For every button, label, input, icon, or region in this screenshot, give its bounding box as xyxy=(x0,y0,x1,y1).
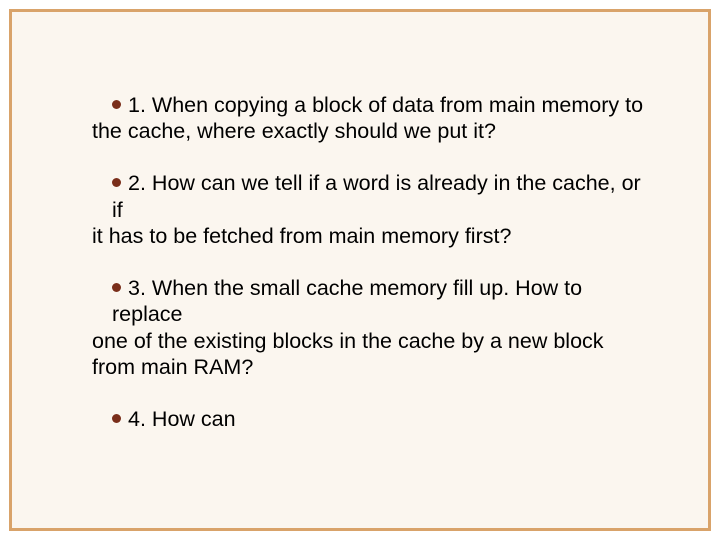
list-item: 3. When the small cache memory fill up. … xyxy=(92,275,648,380)
item-number: 4. xyxy=(128,407,146,431)
bullet-icon xyxy=(112,100,121,109)
item-first-line: 2. How can we tell if a word is already … xyxy=(92,170,648,222)
list-item: 1. When copying a block of data from mai… xyxy=(92,92,648,144)
item-number: 1. xyxy=(128,93,146,117)
item-first-line: 1. When copying a block of data from mai… xyxy=(92,92,648,118)
slide: 1. When copying a block of data from mai… xyxy=(0,0,720,540)
bullet-icon xyxy=(112,178,121,187)
bullet-icon xyxy=(112,414,121,423)
item-number: 2. xyxy=(128,171,146,195)
item-text: When copying a block of data from main m… xyxy=(152,93,643,117)
slide-frame: 1. When copying a block of data from mai… xyxy=(9,9,711,531)
item-continuation: the cache, where exactly should we put i… xyxy=(92,118,648,144)
item-number: 3. xyxy=(128,276,146,300)
list-item-cutoff: 4. How can xyxy=(92,406,648,432)
item-continuation: it has to be fetched from main memory fi… xyxy=(92,223,648,249)
content-area: 1. When copying a block of data from mai… xyxy=(92,92,648,458)
item-text: When the small cache memory fill up. How… xyxy=(112,276,582,326)
list-item: 2. How can we tell if a word is already … xyxy=(92,170,648,249)
item-text: How can xyxy=(152,407,236,431)
item-continuation: one of the existing blocks in the cache … xyxy=(92,328,648,380)
item-first-line: 4. How can xyxy=(92,406,648,432)
item-text: How can we tell if a word is already in … xyxy=(112,171,641,221)
bullet-icon xyxy=(112,283,121,292)
item-first-line: 3. When the small cache memory fill up. … xyxy=(92,275,648,327)
